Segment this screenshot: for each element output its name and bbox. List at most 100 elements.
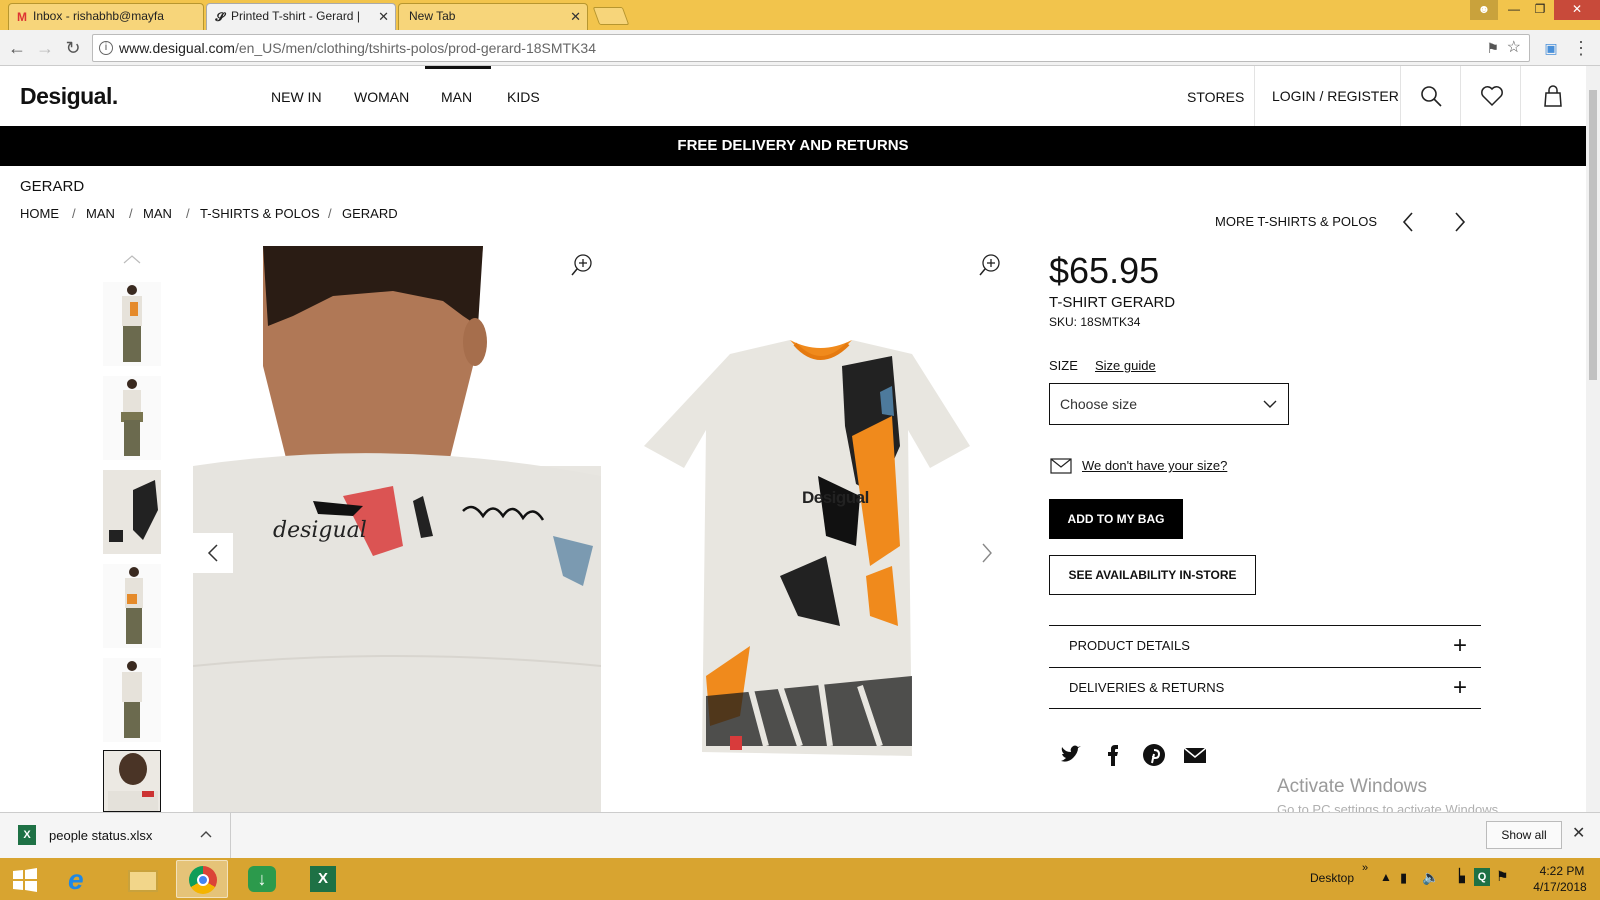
accordion-deliveries-returns[interactable]: DELIVERIES & RETURNS + xyxy=(1049,667,1481,709)
new-tab-button[interactable] xyxy=(592,7,630,25)
pinterest-icon[interactable] xyxy=(1141,742,1167,768)
tshirt-print-logo: Desigual xyxy=(802,488,869,507)
active-nav-indicator xyxy=(425,66,491,69)
nav-man[interactable]: MAN xyxy=(441,89,472,105)
header-divider xyxy=(1400,66,1401,126)
desktop-toolbar-label[interactable]: Desktop xyxy=(1310,871,1354,885)
promo-banner[interactable]: FREE DELIVERY AND RETURNS xyxy=(0,126,1586,166)
url-path: /en_US/men/clothing/tshirts-polos/prod-g… xyxy=(234,40,596,56)
product-thumbnail-selected[interactable] xyxy=(103,750,161,812)
tray-overflow-icon[interactable]: ▲ xyxy=(1380,870,1392,884)
nav-new-in[interactable]: NEW IN xyxy=(271,89,322,105)
tab-desigual[interactable]: 𝓢 Printed T-shirt - Gerard | ✕ xyxy=(206,3,396,30)
shopping-bag-icon[interactable] xyxy=(1541,84,1565,108)
close-downloads-icon[interactable]: ✕ xyxy=(1572,823,1585,843)
tray-app-icon[interactable]: Q xyxy=(1474,868,1490,886)
chevron-up-icon[interactable] xyxy=(200,830,212,838)
scrollbar-thumb[interactable] xyxy=(1589,90,1597,380)
accordion-label: PRODUCT DETAILS xyxy=(1069,638,1190,653)
toolbar-expand-icon[interactable]: » xyxy=(1362,862,1368,874)
chrome-taskbar-icon[interactable] xyxy=(176,860,228,898)
product-image-back[interactable]: desigual xyxy=(193,246,601,812)
tab-new-tab[interactable]: New Tab ✕ xyxy=(398,3,588,30)
next-product-icon[interactable] xyxy=(1453,211,1467,233)
nav-woman[interactable]: WOMAN xyxy=(354,89,409,105)
minimize-icon[interactable]: — xyxy=(1500,0,1528,20)
clock-time[interactable]: 4:22 PM xyxy=(1534,864,1590,878)
breadcrumb-home[interactable]: HOME xyxy=(20,206,59,221)
internet-explorer-icon[interactable]: e xyxy=(56,860,108,898)
breadcrumb-tshirts-polos[interactable]: T-SHIRTS & POLOS xyxy=(200,206,320,221)
image-prev-button[interactable] xyxy=(193,533,233,573)
breadcrumb-man[interactable]: MAN xyxy=(143,206,172,221)
stores-link[interactable]: STORES xyxy=(1187,89,1244,105)
url-input[interactable]: i www.desigual.com/en_US/men/clothing/ts… xyxy=(92,34,1530,62)
zoom-in-icon[interactable] xyxy=(977,252,1003,278)
show-all-button[interactable]: Show all xyxy=(1486,821,1562,849)
twitter-icon[interactable] xyxy=(1058,742,1084,768)
nav-kids[interactable]: KIDS xyxy=(507,89,540,105)
battery-icon[interactable]: ▮ xyxy=(1400,870,1407,886)
product-thumbnail[interactable] xyxy=(103,282,161,366)
windows-start-icon[interactable] xyxy=(12,867,38,893)
close-tab-icon[interactable]: ✕ xyxy=(570,4,581,29)
action-center-icon[interactable]: ⚑ xyxy=(1496,868,1509,885)
bookmark-star-icon[interactable]: ☆ xyxy=(1507,35,1521,61)
clock-date[interactable]: 4/17/2018 xyxy=(1528,880,1592,894)
product-thumbnail[interactable] xyxy=(103,564,161,648)
breadcrumb-separator: / xyxy=(72,206,76,221)
thumbnails-up-icon[interactable] xyxy=(123,254,141,264)
chevron-right-icon[interactable] xyxy=(980,541,994,565)
product-image-front[interactable]: Desigual xyxy=(630,246,1010,812)
product-thumbnail[interactable] xyxy=(103,470,161,554)
facebook-icon[interactable] xyxy=(1100,742,1126,768)
site-info-icon[interactable]: i xyxy=(99,41,113,55)
header-divider xyxy=(1460,66,1461,126)
translate-icon[interactable]: ⚑ xyxy=(1486,35,1499,61)
download-app-icon[interactable]: ↓ xyxy=(236,860,288,898)
see-availability-button[interactable]: SEE AVAILABILITY IN-STORE xyxy=(1049,555,1256,595)
menu-icon[interactable]: ⋮ xyxy=(1570,37,1592,59)
forward-icon[interactable]: → xyxy=(34,37,56,59)
volume-icon[interactable]: 🔈 xyxy=(1422,869,1439,886)
chevron-down-icon xyxy=(1263,400,1277,408)
email-share-icon[interactable] xyxy=(1182,742,1208,768)
close-window-icon[interactable]: ✕ xyxy=(1554,0,1600,20)
previous-product-icon[interactable] xyxy=(1401,211,1415,233)
product-thumbnail[interactable] xyxy=(103,658,161,742)
download-file-name[interactable]: people status.xlsx xyxy=(49,828,152,843)
extension-icon[interactable]: ▣ xyxy=(1540,37,1562,59)
excel-taskbar-icon[interactable]: X xyxy=(296,860,348,898)
close-tab-icon[interactable]: ✕ xyxy=(378,4,389,29)
accordion-product-details[interactable]: PRODUCT DETAILS + xyxy=(1049,625,1481,667)
size-guide-link[interactable]: Size guide xyxy=(1095,358,1156,373)
wishlist-heart-icon[interactable] xyxy=(1480,84,1504,108)
tab-title: Inbox - rishabhb@mayfa xyxy=(33,9,164,23)
more-tshirts-polos-link[interactable]: MORE T-SHIRTS & POLOS xyxy=(1215,214,1377,229)
reload-icon[interactable]: ↻ xyxy=(62,37,84,59)
tab-title: New Tab xyxy=(409,9,456,23)
add-to-bag-button[interactable]: ADD TO MY BAG xyxy=(1049,499,1183,539)
login-register-link[interactable]: LOGIN / REGISTER xyxy=(1272,88,1399,104)
restore-icon[interactable]: ❐ xyxy=(1526,0,1554,20)
back-icon[interactable]: ← xyxy=(6,37,28,59)
search-icon[interactable] xyxy=(1419,84,1443,108)
size-notify-link[interactable]: We don't have your size? xyxy=(1082,458,1227,473)
downloads-bar: X people status.xlsx Show all ✕ xyxy=(0,812,1600,859)
page-scrollbar[interactable] xyxy=(1586,66,1600,812)
profile-icon[interactable]: ☻ xyxy=(1470,0,1498,20)
desigual-icon: 𝓢 xyxy=(215,10,225,24)
tab-gmail[interactable]: M Inbox - rishabhb@mayfa xyxy=(8,3,204,30)
desigual-logo[interactable]: Desigual. xyxy=(20,83,118,110)
zoom-in-icon[interactable] xyxy=(569,252,595,278)
browser-tab-bar: M Inbox - rishabhb@mayfa 𝓢 Printed T-shi… xyxy=(0,0,1600,30)
accordion-label: DELIVERIES & RETURNS xyxy=(1069,680,1225,695)
site-header: Desigual. NEW IN WOMAN MAN KIDS STORES L… xyxy=(0,66,1586,126)
product-thumbnail[interactable] xyxy=(103,376,161,460)
breadcrumb-man[interactable]: MAN xyxy=(86,206,115,221)
plus-icon: + xyxy=(1452,632,1467,659)
size-select[interactable]: Choose size xyxy=(1049,383,1289,425)
breadcrumb-separator: / xyxy=(328,206,332,221)
product-sku: SKU: 18SMTK34 xyxy=(1049,315,1141,329)
file-explorer-icon[interactable] xyxy=(116,860,168,898)
